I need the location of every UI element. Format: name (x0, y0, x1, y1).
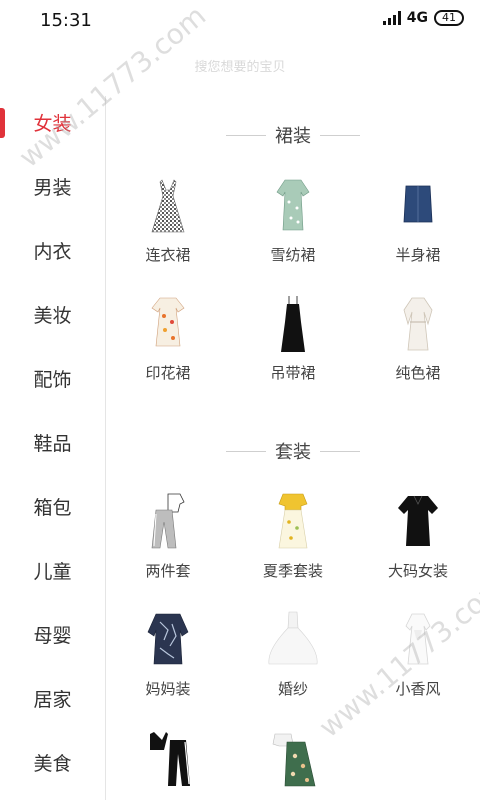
category-item[interactable] (231, 728, 355, 800)
mom-outfit-icon (147, 613, 189, 665)
sidebar-item-bags[interactable]: 箱包 (0, 488, 105, 528)
status-bar: 15:31 4G 41 (0, 0, 480, 40)
gingham-dress-icon (151, 179, 185, 233)
sidebar-item-beauty[interactable]: 美妆 (0, 296, 105, 336)
sport-set-icon (150, 732, 190, 786)
sidebar-item-women[interactable]: 女装 (0, 104, 105, 144)
category-content: 裙装 连衣裙 雪纺裙 半身裙 印花裙 吊带裙 纯色裙 套装 两件套 夏季套装 大… (106, 96, 480, 800)
category-item[interactable]: 大码女装 (356, 492, 480, 602)
sidebar-item-accessories[interactable]: 配饰 (0, 360, 105, 400)
print-dress-icon (151, 297, 185, 347)
sidebar-item-home[interactable]: 居家 (0, 680, 105, 720)
network-type: 4G (406, 10, 428, 26)
section-title-dresses: 裙装 (106, 120, 480, 150)
summer-set-icon (278, 493, 308, 549)
sidebar-item-baby[interactable]: 母婴 (0, 616, 105, 656)
sidebar-item-food[interactable]: 美食 (0, 744, 105, 784)
category-item[interactable]: 吊带裙 (231, 294, 355, 404)
tweed-style-icon (405, 613, 431, 665)
category-item[interactable]: 婚纱 (231, 610, 355, 720)
plus-size-tee-icon (398, 495, 438, 546)
slip-dress-icon (281, 296, 305, 352)
section-title-sets: 套装 (106, 436, 480, 466)
status-time: 15:31 (40, 10, 92, 31)
category-item[interactable]: 连衣裙 (106, 176, 230, 286)
signal-icon (382, 11, 401, 25)
sidebar-item-men[interactable]: 男装 (0, 168, 105, 208)
category-item[interactable]: 印花裙 (106, 294, 230, 404)
divider (320, 451, 360, 452)
category-sidebar: 女装 男装 内衣 美妆 配饰 鞋品 箱包 儿童 母婴 居家 美食 (0, 96, 106, 800)
category-item[interactable]: 妈妈装 (106, 610, 230, 720)
wedding-dress-icon (268, 611, 318, 665)
category-item[interactable]: 小香风 (356, 610, 480, 720)
battery-icon: 41 (434, 10, 464, 26)
category-item[interactable] (106, 728, 230, 800)
plain-dress-icon (403, 297, 433, 351)
sidebar-item-underwear[interactable]: 内衣 (0, 232, 105, 272)
sidebar-item-kids[interactable]: 儿童 (0, 552, 105, 592)
chiffon-dress-icon (276, 179, 310, 231)
two-piece-icon (151, 493, 185, 549)
category-item[interactable]: 半身裙 (356, 176, 480, 286)
status-indicators: 4G 41 (382, 10, 464, 26)
denim-skirt-icon (403, 185, 433, 223)
category-item[interactable]: 夏季套装 (231, 492, 355, 602)
category-item[interactable]: 雪纺裙 (231, 176, 355, 286)
floral-set-icon (272, 733, 316, 787)
search-input[interactable]: 搜您想要的宝贝 (0, 56, 480, 75)
divider (320, 135, 360, 136)
category-item[interactable]: 纯色裙 (356, 294, 480, 404)
category-item[interactable]: 两件套 (106, 492, 230, 602)
sidebar-item-shoes[interactable]: 鞋品 (0, 424, 105, 464)
